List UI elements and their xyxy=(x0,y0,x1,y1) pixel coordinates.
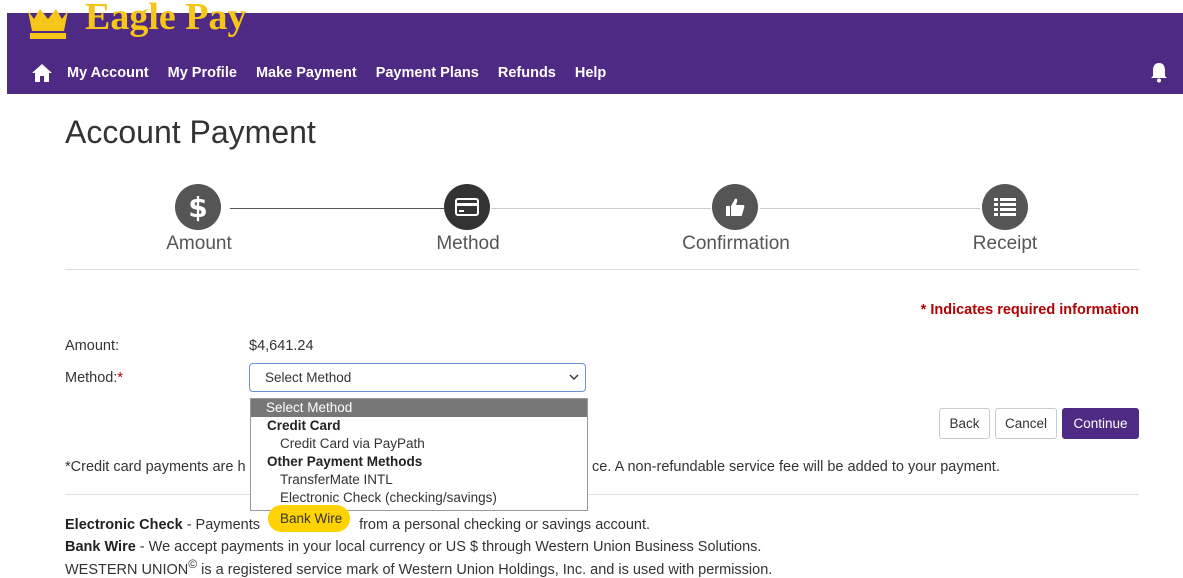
echeck-title: Electronic Check xyxy=(65,517,183,533)
credit-note-end: ce. A non-refundable service fee will be… xyxy=(592,459,1000,475)
step-confirmation-icon xyxy=(712,184,758,230)
eagle-logo-icon[interactable] xyxy=(24,7,72,41)
echeck-info: Electronic Check - Payments from a perso… xyxy=(65,517,650,533)
echeck-prefix: - Payments xyxy=(182,517,265,533)
method-label-text: Method: xyxy=(65,370,118,386)
step-connector xyxy=(230,208,444,209)
bankwire-info: Bank Wire - We accept payments in your l… xyxy=(65,539,761,555)
step-receipt-label: Receipt xyxy=(972,233,1038,254)
credit-card-icon xyxy=(455,198,479,216)
method-select-value: Select Method xyxy=(265,370,352,385)
nav-my-profile[interactable]: My Profile xyxy=(168,65,237,81)
option-select-method[interactable]: Select Method xyxy=(251,399,587,417)
step-method-label: Method xyxy=(436,233,500,254)
step-method-icon xyxy=(444,184,490,230)
nav-make-payment[interactable]: Make Payment xyxy=(256,65,357,81)
required-note: * Indicates required information xyxy=(920,302,1139,318)
option-credit-card-paypath[interactable]: Credit Card via PayPath xyxy=(251,435,587,453)
continue-button[interactable]: Continue xyxy=(1062,408,1139,439)
list-icon xyxy=(994,198,1016,216)
credit-note-start: *Credit card payments are h xyxy=(65,459,246,475)
step-receipt-icon xyxy=(982,184,1028,230)
step-confirmation-label: Confirmation xyxy=(682,233,790,254)
divider xyxy=(65,494,1139,495)
home-icon[interactable] xyxy=(31,63,53,83)
wu-mark: © xyxy=(188,557,198,571)
cancel-button[interactable]: Cancel xyxy=(995,408,1057,439)
amount-value: $4,641.24 xyxy=(249,338,314,354)
top-header: Eagle Pay My Account My Profile Make Pay… xyxy=(7,0,1183,94)
bell-icon[interactable] xyxy=(1149,61,1169,83)
brand-name[interactable]: Eagle Pay xyxy=(85,0,246,39)
option-transfermate[interactable]: TransferMate INTL xyxy=(251,471,587,489)
method-select[interactable]: Select Method xyxy=(249,363,586,392)
nav-refunds[interactable]: Refunds xyxy=(498,65,556,81)
divider xyxy=(65,269,1139,270)
method-dropdown: Select Method Credit Card Credit Card vi… xyxy=(250,398,588,511)
main-nav: My Account My Profile Make Payment Payme… xyxy=(31,61,625,85)
group-other-payment: Other Payment Methods xyxy=(267,454,423,469)
wu-text: is a registered service mark of Western … xyxy=(197,561,773,578)
amount-label: Amount: xyxy=(65,338,119,354)
step-amount-label: Amount xyxy=(166,233,232,254)
group-credit-card: Credit Card xyxy=(267,418,341,433)
western-union-notice: WESTERN UNION© is a registered service m… xyxy=(65,557,772,578)
option-bank-wire[interactable]: Bank Wire xyxy=(268,505,350,532)
thumbs-up-icon xyxy=(726,198,745,216)
nav-my-account[interactable]: My Account xyxy=(67,65,149,81)
nav-payment-plans[interactable]: Payment Plans xyxy=(376,65,479,81)
page-title: Account Payment xyxy=(65,114,316,150)
step-amount-icon: $ xyxy=(175,184,221,230)
required-star: * xyxy=(117,370,124,386)
bankwire-text: - We accept payments in your local curre… xyxy=(135,539,762,555)
bankwire-title: Bank Wire xyxy=(65,539,136,555)
step-connector xyxy=(760,208,980,209)
nav-help[interactable]: Help xyxy=(575,65,606,81)
wu-name: WESTERN UNION xyxy=(65,561,189,578)
back-button[interactable]: Back xyxy=(939,408,990,439)
method-label: Method:* xyxy=(65,370,123,386)
step-connector xyxy=(491,208,711,209)
chevron-down-icon xyxy=(569,374,579,380)
